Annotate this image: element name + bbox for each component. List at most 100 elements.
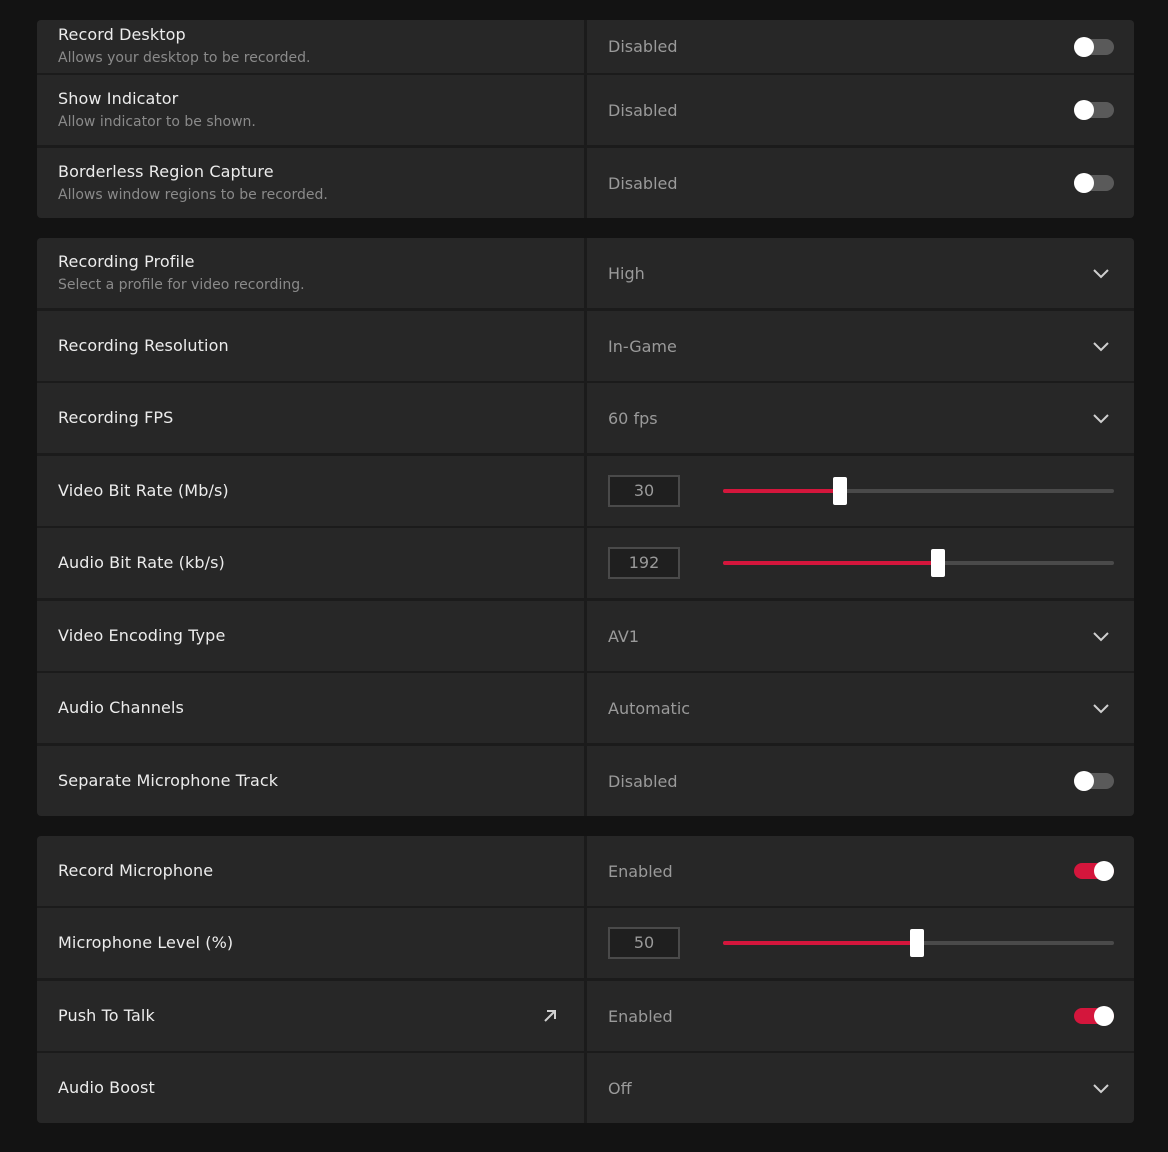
setting-description: Select a profile for video recording. — [58, 277, 305, 293]
setting-row-audio-boost[interactable]: Audio Boost Off — [37, 1053, 1134, 1123]
toggle-switch[interactable] — [1074, 771, 1114, 791]
setting-control-cell: Disabled — [587, 746, 1134, 816]
dropdown-select[interactable]: High — [587, 238, 1134, 308]
toggle-knob — [1074, 100, 1094, 120]
setting-label-cell: Record Microphone — [37, 836, 584, 906]
dropdown-value: High — [608, 263, 645, 283]
setting-description: Allows window regions to be recorded. — [58, 187, 328, 203]
setting-row-audio-channels[interactable]: Audio Channels Automatic — [37, 673, 1134, 743]
setting-value: Disabled — [608, 771, 678, 791]
toggle-switch[interactable] — [1074, 1006, 1114, 1026]
setting-label-cell: Recording Profile Select a profile for v… — [37, 238, 584, 308]
setting-row-video-encoding[interactable]: Video Encoding Type AV1 — [37, 601, 1134, 671]
setting-control-cell: 192 — [587, 528, 1134, 598]
toggle-switch[interactable] — [1074, 100, 1114, 120]
dropdown-select[interactable]: Off — [587, 1053, 1134, 1123]
setting-title: Record Desktop — [58, 24, 186, 44]
audio-bitrate-slider[interactable] — [723, 549, 1114, 577]
setting-label-cell: Recording FPS — [37, 383, 584, 453]
setting-description: Allows your desktop to be recorded. — [58, 49, 311, 66]
setting-value: Disabled — [608, 173, 678, 193]
chevron-down-icon[interactable] — [1092, 338, 1110, 354]
setting-row-recording-fps[interactable]: Recording FPS 60 fps — [37, 383, 1134, 453]
setting-title: Record Microphone — [58, 861, 214, 880]
microphone-level-input[interactable]: 50 — [608, 927, 680, 959]
settings-group-capture: Record Desktop Allows your desktop to be… — [37, 20, 1134, 218]
setting-title: Separate Microphone Track — [58, 771, 279, 790]
setting-title: Recording Profile — [58, 252, 195, 271]
setting-label-cell: Recording Resolution — [37, 311, 584, 381]
toggle-knob — [1074, 173, 1094, 193]
toggle-switch[interactable] — [1074, 173, 1114, 193]
setting-row-recording-profile[interactable]: Recording Profile Select a profile for v… — [37, 238, 1134, 308]
dropdown-select[interactable]: AV1 — [587, 601, 1134, 671]
setting-row-microphone-level: Microphone Level (%) 50 — [37, 908, 1134, 978]
setting-label-cell: Video Encoding Type — [37, 601, 584, 671]
setting-title: Audio Channels — [58, 698, 184, 717]
video-bitrate-input[interactable]: 30 — [608, 475, 680, 507]
toggle-switch[interactable] — [1074, 861, 1114, 881]
setting-row-audio-bitrate: Audio Bit Rate (kb/s) 192 — [37, 528, 1134, 598]
chevron-down-icon[interactable] — [1092, 700, 1110, 716]
dropdown-select[interactable]: In-Game — [587, 311, 1134, 381]
setting-control-cell: 30 — [587, 456, 1134, 526]
setting-row-show-indicator: Show Indicator Allow indicator to be sho… — [37, 75, 1134, 145]
setting-title: Video Encoding Type — [58, 626, 226, 645]
toggle-knob — [1074, 36, 1094, 57]
toggle-knob — [1074, 771, 1094, 791]
setting-value: Disabled — [608, 37, 678, 56]
setting-title: Video Bit Rate (Mb/s) — [58, 481, 229, 500]
toggle-knob — [1094, 1006, 1114, 1026]
slider-thumb[interactable] — [931, 549, 946, 577]
slider-fill — [723, 561, 939, 565]
audio-bitrate-input[interactable]: 192 — [608, 547, 680, 579]
toggle-knob — [1094, 861, 1114, 881]
setting-title: Borderless Region Capture — [58, 162, 274, 181]
dropdown-value: 60 fps — [608, 408, 658, 428]
chevron-down-icon[interactable] — [1092, 265, 1110, 281]
setting-control-cell: Enabled — [587, 981, 1134, 1051]
setting-row-record-desktop: Record Desktop Allows your desktop to be… — [37, 20, 1134, 73]
setting-row-borderless-capture: Borderless Region Capture Allows window … — [37, 148, 1134, 218]
slider-fill — [723, 489, 841, 493]
setting-title: Show Indicator — [58, 89, 179, 108]
setting-label-cell: Audio Bit Rate (kb/s) — [37, 528, 584, 598]
setting-title: Microphone Level (%) — [58, 933, 234, 952]
settings-group-recording: Recording Profile Select a profile for v… — [37, 238, 1134, 816]
dropdown-select[interactable]: Automatic — [587, 673, 1134, 743]
setting-row-recording-resolution[interactable]: Recording Resolution In-Game — [37, 311, 1134, 381]
setting-control-cell: Disabled — [587, 75, 1134, 145]
setting-row-separate-mic-track: Separate Microphone Track Disabled — [37, 746, 1134, 816]
settings-group-microphone: Record Microphone Enabled Microphone Lev… — [37, 836, 1134, 1123]
setting-row-push-to-talk: Push To Talk Enabled — [37, 981, 1134, 1051]
setting-label-cell: Show Indicator Allow indicator to be sho… — [37, 75, 584, 145]
setting-label-cell: Record Desktop Allows your desktop to be… — [37, 20, 584, 73]
setting-value: Enabled — [608, 861, 673, 881]
setting-control-cell: 50 — [587, 908, 1134, 978]
setting-title: Push To Talk — [58, 1006, 155, 1025]
setting-control-cell: Enabled — [587, 836, 1134, 906]
setting-label-cell: Audio Channels — [37, 673, 584, 743]
dropdown-value: Automatic — [608, 698, 691, 718]
slider-thumb[interactable] — [833, 477, 848, 505]
toggle-switch[interactable] — [1074, 36, 1114, 57]
microphone-level-slider[interactable] — [723, 929, 1114, 957]
dropdown-select[interactable]: 60 fps — [587, 383, 1134, 453]
setting-label-cell: Microphone Level (%) — [37, 908, 584, 978]
video-bitrate-slider[interactable] — [723, 477, 1114, 505]
chevron-down-icon[interactable] — [1092, 410, 1110, 426]
setting-label-cell: Video Bit Rate (Mb/s) — [37, 456, 584, 526]
setting-value: Disabled — [608, 100, 678, 120]
external-link-icon[interactable] — [542, 1008, 558, 1024]
setting-control-cell: Disabled — [587, 20, 1134, 73]
setting-title: Audio Bit Rate (kb/s) — [58, 553, 225, 572]
setting-value: Enabled — [608, 1006, 673, 1026]
chevron-down-icon[interactable] — [1092, 628, 1110, 644]
dropdown-value: Off — [608, 1078, 632, 1098]
slider-thumb[interactable] — [909, 929, 924, 957]
dropdown-value: AV1 — [608, 626, 640, 646]
chevron-down-icon[interactable] — [1092, 1080, 1110, 1096]
dropdown-value: In-Game — [608, 336, 677, 356]
setting-label-cell[interactable]: Push To Talk — [37, 981, 584, 1051]
setting-title: Recording FPS — [58, 408, 174, 427]
